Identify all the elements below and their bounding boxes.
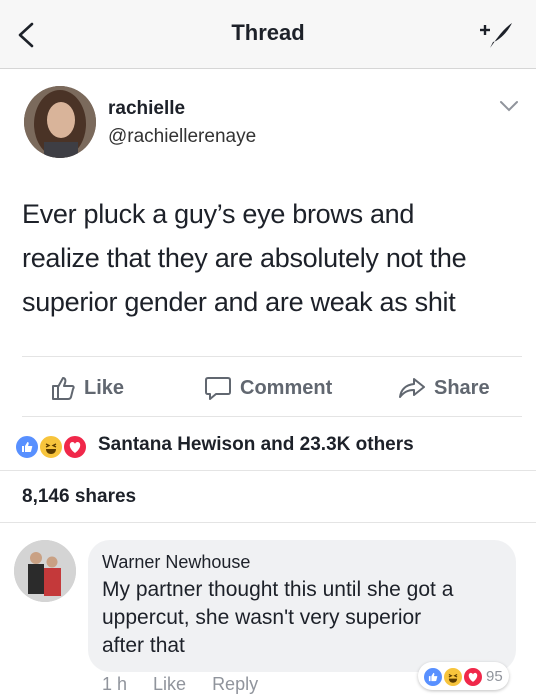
shares-count[interactable]: 8,146 shares	[22, 486, 136, 508]
comment-text-line: after that	[102, 634, 185, 657]
thumbs-up-icon	[52, 377, 75, 400]
avatar[interactable]	[24, 86, 96, 158]
comment-reaction-icons	[422, 665, 484, 688]
comment-text-line: My partner thought this until she got a	[102, 578, 454, 601]
author-handle: @rachiellerenaye	[108, 126, 257, 147]
comment-label: Comment	[240, 376, 333, 399]
like-label: Like	[84, 376, 125, 399]
divider	[22, 416, 522, 417]
post-text-line: realize that they are absolutely not the	[22, 243, 467, 273]
commenter-photo	[14, 540, 76, 602]
comment-reactions[interactable]: 95	[418, 662, 509, 690]
share-label: Share	[434, 376, 490, 399]
haha-reaction-icon	[442, 666, 464, 688]
reaction-icons	[14, 432, 92, 460]
comment-meta: 1 h Like Reply	[102, 674, 284, 695]
share-icon	[399, 378, 425, 398]
love-reaction-icon	[462, 666, 484, 688]
post-options-button[interactable]	[498, 98, 520, 114]
comment-text-line: uppercut, she wasn't very superior	[102, 606, 422, 629]
profile-photo	[24, 86, 96, 158]
comment-time: 1 h	[102, 674, 128, 694]
like-reaction-icon	[14, 434, 40, 460]
comment-author[interactable]: Warner Newhouse	[102, 552, 250, 573]
divider	[0, 470, 536, 471]
thread-header: Thread	[0, 0, 536, 69]
like-button[interactable]: Like	[50, 374, 124, 402]
comment-reaction-count: 95	[486, 667, 503, 685]
divider	[22, 356, 522, 357]
chevron-down-icon	[500, 101, 518, 112]
post-text: Ever pluck a guy’s eye brows and realize…	[22, 192, 522, 324]
comment-button[interactable]: Comment	[204, 374, 332, 402]
compose-icon	[480, 23, 512, 48]
comment-icon	[205, 377, 231, 400]
comment-text: My partner thought this until she got a …	[102, 576, 506, 660]
divider	[0, 522, 536, 523]
like-reaction-icon	[422, 666, 444, 688]
post-text-line: Ever pluck a guy’s eye brows and	[22, 199, 415, 229]
haha-reaction-icon	[38, 434, 64, 460]
comment-bubble: Warner Newhouse My partner thought this …	[88, 540, 516, 672]
share-button[interactable]: Share	[398, 374, 490, 402]
compose-button[interactable]	[476, 20, 516, 50]
page-title: Thread	[231, 20, 305, 45]
comment-avatar[interactable]	[14, 540, 76, 602]
author-name[interactable]: rachielle	[108, 98, 185, 120]
comment-like-link[interactable]: Like	[153, 674, 186, 695]
reactions-summary-text: Santana Hewison and 23.3K others	[98, 434, 414, 455]
post-text-line: superior gender and are weak as shit	[22, 287, 456, 317]
reactions-summary[interactable]: Santana Hewison and 23.3K others	[14, 430, 414, 460]
love-reaction-icon	[62, 434, 88, 460]
comment-reply-link[interactable]: Reply	[212, 674, 258, 695]
